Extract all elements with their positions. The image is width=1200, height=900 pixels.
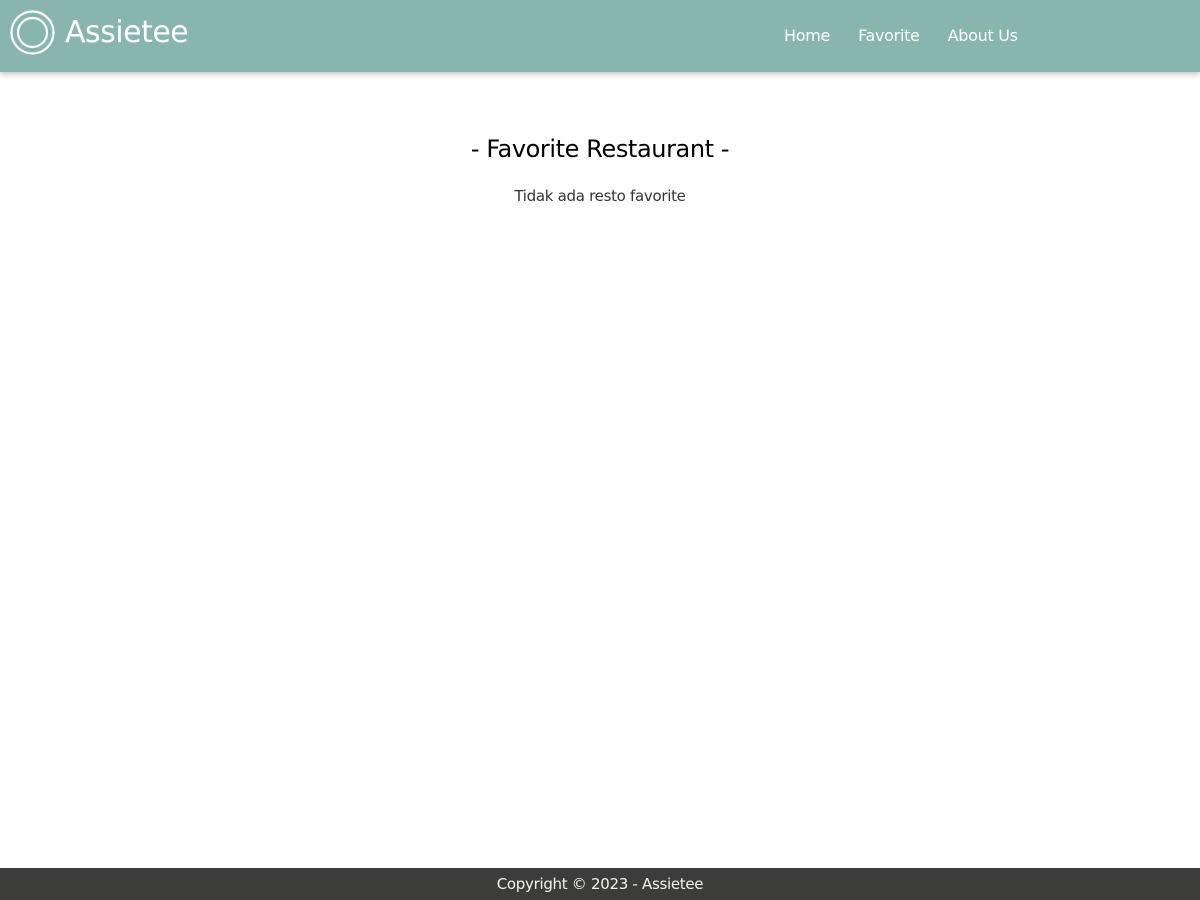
app-header: Assietee Home Favorite About Us [0, 0, 1200, 72]
nav-home-link[interactable]: Home [770, 0, 844, 72]
page: Assietee Home Favorite About Us - Favori… [0, 0, 1200, 900]
main-content: - Favorite Restaurant - Tidak ada resto … [0, 72, 1200, 868]
main-nav: Home Favorite About Us [770, 0, 1032, 72]
page-title: - Favorite Restaurant - [470, 135, 730, 163]
brand-name: Assietee [65, 15, 189, 50]
empty-state-message: Tidak ada resto favorite [514, 187, 686, 205]
nav-about-us-link[interactable]: About Us [934, 0, 1032, 72]
brand-link[interactable]: Assietee [10, 10, 189, 55]
app-footer: Copyright © 2023 - Assietee [0, 868, 1200, 900]
nav-favorite-link[interactable]: Favorite [844, 0, 934, 72]
double-ring-icon [10, 10, 55, 55]
copyright-text: Copyright © 2023 - Assietee [496, 875, 704, 893]
